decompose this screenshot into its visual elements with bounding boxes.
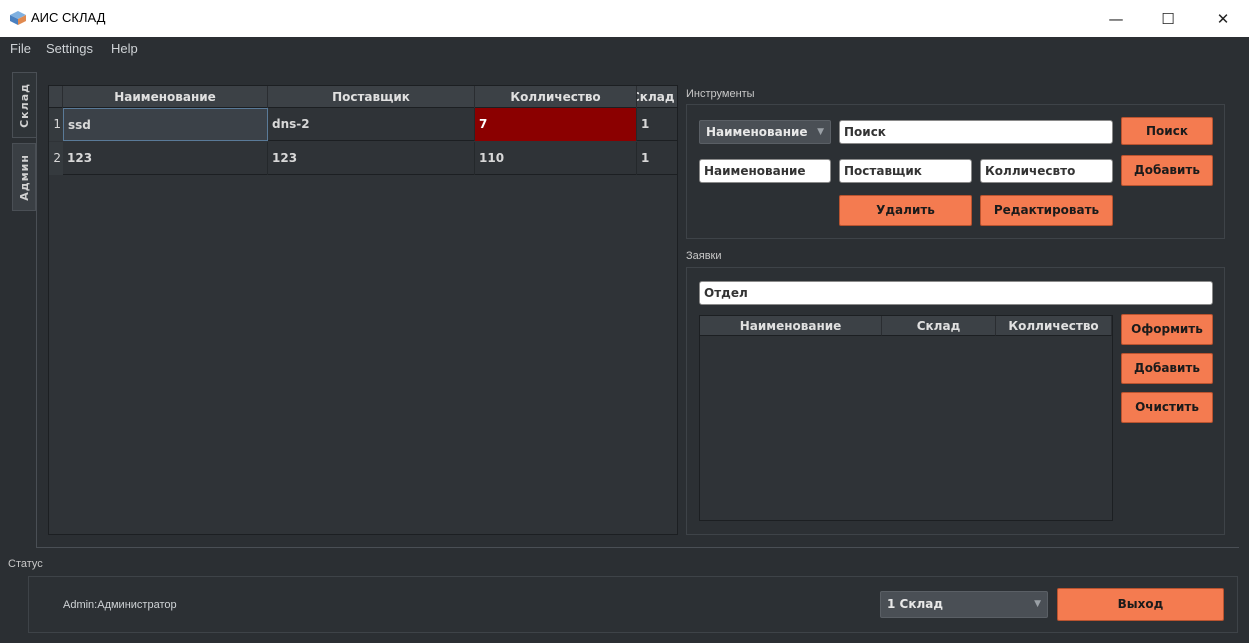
header-warehouse[interactable]: Склад <box>637 86 677 108</box>
window-title: АИС СКЛАД <box>31 10 106 25</box>
warehouse-select[interactable]: 1 Склад ▼ <box>880 591 1048 618</box>
close-icon[interactable]: ✕ <box>1200 0 1246 37</box>
chevron-down-icon: ▼ <box>817 127 824 137</box>
cell-name[interactable]: ssd <box>63 108 268 141</box>
app-icon <box>10 11 26 25</box>
title-bar: АИС СКЛАД — ☐ ✕ <box>0 0 1249 37</box>
edit-button[interactable]: Редактировать <box>980 195 1113 226</box>
requests-group-title: Заявки <box>686 250 722 262</box>
req-header-warehouse[interactable]: Склад <box>882 316 996 336</box>
table-row[interactable]: 2 123 123 110 1 <box>49 142 677 175</box>
exit-button[interactable]: Выход <box>1057 588 1224 621</box>
add-item-button[interactable]: Добавить <box>1121 155 1213 186</box>
search-input[interactable]: Поиск <box>839 120 1113 144</box>
cell-supplier[interactable]: dns-2 <box>268 108 475 141</box>
chevron-down-icon: ▼ <box>1034 599 1041 609</box>
filter-combo-value: Наименование <box>706 125 808 139</box>
menu-settings[interactable]: Settings <box>46 41 93 56</box>
header-name[interactable]: Наименование <box>63 86 268 108</box>
department-field[interactable]: Отдел <box>699 281 1213 305</box>
requests-table[interactable]: Наименование Склад Колличество <box>699 315 1113 521</box>
maximize-icon[interactable]: ☐ <box>1145 0 1191 37</box>
quantity-field[interactable]: Колличесвто <box>980 159 1113 183</box>
cell-name[interactable]: 123 <box>63 142 268 175</box>
req-header-quantity[interactable]: Колличество <box>996 316 1112 336</box>
table-header: Наименование Поставщик Колличество Склад <box>49 86 677 108</box>
current-user: Admin:Администратор <box>63 599 177 611</box>
header-corner <box>49 86 63 108</box>
cell-supplier[interactable]: 123 <box>268 142 475 175</box>
tab-sklad[interactable]: Склад <box>12 72 36 138</box>
clear-button[interactable]: Очистить <box>1121 392 1213 423</box>
tab-admin-label: Админ <box>17 153 31 201</box>
warehouse-select-value: 1 Склад <box>887 597 944 611</box>
cell-warehouse[interactable]: 1 <box>637 108 677 141</box>
status-title: Статус <box>8 558 43 570</box>
row-number: 1 <box>49 108 63 141</box>
menu-help[interactable]: Help <box>111 41 138 56</box>
stock-table[interactable]: Наименование Поставщик Колличество Склад… <box>48 85 678 535</box>
cell-quantity[interactable]: 110 <box>475 142 637 175</box>
add-request-button[interactable]: Добавить <box>1121 353 1213 384</box>
delete-button[interactable]: Удалить <box>839 195 972 226</box>
tab-admin[interactable]: Админ <box>12 143 36 211</box>
name-field[interactable]: Наименование <box>699 159 831 183</box>
header-quantity[interactable]: Колличество <box>475 86 637 108</box>
minimize-icon[interactable]: — <box>1093 0 1139 37</box>
filter-combo[interactable]: Наименование ▼ <box>699 120 831 144</box>
req-header-name[interactable]: Наименование <box>700 316 882 336</box>
cell-quantity[interactable]: 7 <box>475 108 637 141</box>
menu-file[interactable]: File <box>10 41 31 56</box>
supplier-field[interactable]: Поставщик <box>839 159 972 183</box>
row-number: 2 <box>49 142 63 175</box>
menu-bar: File Settings Help <box>0 37 1249 61</box>
tools-group-title: Инструменты <box>686 88 755 100</box>
submit-request-button[interactable]: Оформить <box>1121 314 1213 345</box>
search-button[interactable]: Поиск <box>1121 117 1213 145</box>
header-supplier[interactable]: Поставщик <box>268 86 475 108</box>
table-row[interactable]: 1 ssd dns-2 7 1 <box>49 108 677 141</box>
cell-warehouse[interactable]: 1 <box>637 142 677 175</box>
tab-sklad-label: Склад <box>18 82 31 128</box>
